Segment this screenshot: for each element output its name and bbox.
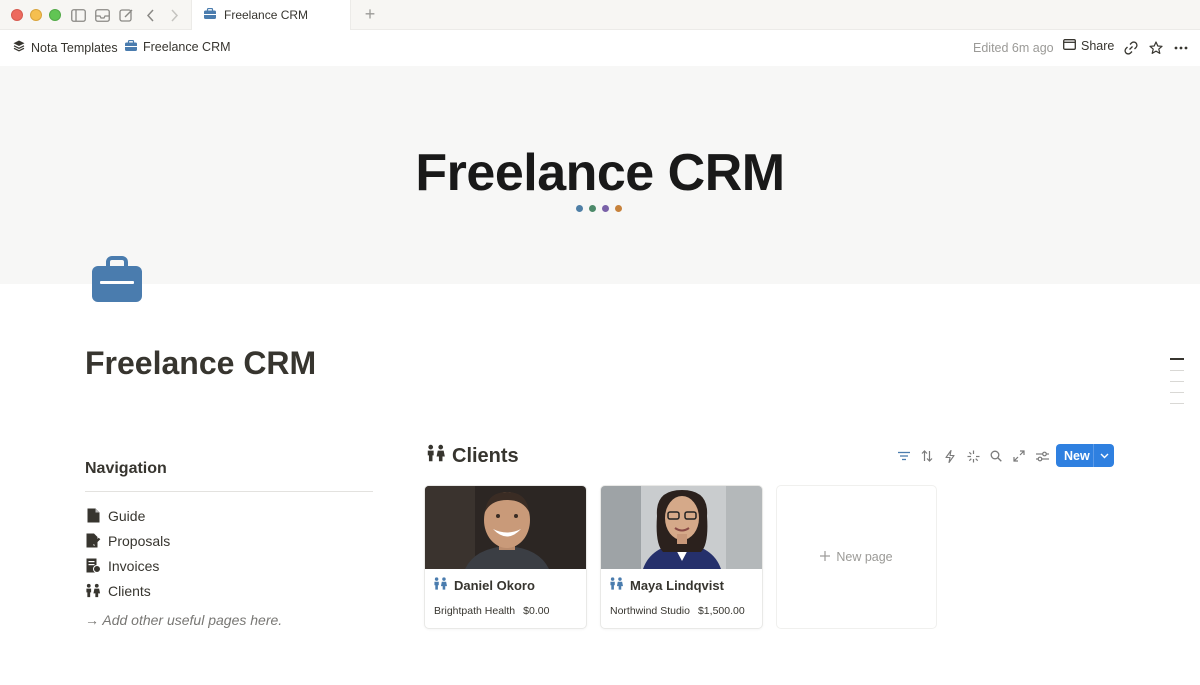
new-record-button[interactable]: New: [1056, 444, 1114, 467]
outline-line[interactable]: [1170, 392, 1184, 393]
plus-icon: [820, 550, 831, 564]
lightning-icon[interactable]: [942, 448, 958, 464]
sort-icon[interactable]: [919, 448, 935, 464]
clients-title-label: Clients: [452, 444, 519, 467]
breadcrumb-page[interactable]: Freelance CRM: [125, 39, 231, 54]
people-icon: [426, 444, 446, 468]
client-name: Daniel Okoro: [433, 577, 535, 593]
client-name: Maya Lindqvist: [609, 577, 724, 593]
breadcrumb-workspace-label: Nota Templates: [31, 40, 118, 55]
outline-line[interactable]: [1170, 358, 1184, 360]
client-name-label: Maya Lindqvist: [630, 577, 724, 593]
document-icon: [85, 508, 101, 524]
share-label: Share: [1081, 39, 1115, 53]
nav-item-label: Guide: [108, 507, 146, 524]
inbox-icon[interactable]: [94, 7, 110, 23]
nav-item-invoices[interactable]: Invoices: [85, 553, 170, 578]
layers-icon: [13, 40, 25, 55]
people-icon: [433, 577, 448, 593]
nav-item-label: Clients: [108, 582, 151, 599]
window-titlebar: Freelance CRM +: [0, 0, 1200, 30]
new-tab-button[interactable]: +: [362, 5, 378, 23]
filter-icon[interactable]: [896, 448, 912, 464]
new-button-label: New: [1064, 448, 1090, 463]
client-photo: [601, 486, 762, 569]
navigation-hint: → Add other useful pages here.: [85, 612, 283, 628]
tab-title: Freelance CRM: [224, 8, 309, 22]
database-toolbar: [896, 448, 1050, 464]
nav-item-proposals[interactable]: Proposals: [85, 528, 170, 553]
nav-item-label: Proposals: [108, 532, 171, 549]
cover-dots: [576, 205, 622, 212]
client-card[interactable]: Daniel Okoro Brightpath Health $0.00: [424, 485, 587, 629]
compose-icon[interactable]: [118, 7, 134, 23]
receipt-icon: [85, 558, 101, 574]
close-window-button[interactable]: [11, 9, 23, 21]
client-name-label: Daniel Okoro: [454, 577, 535, 593]
window-icon: [1063, 39, 1076, 53]
client-card[interactable]: Maya Lindqvist Northwind Studio $1,500.0…: [600, 485, 763, 629]
document-pen-icon: [85, 533, 101, 549]
cover-dot: [576, 205, 583, 212]
search-icon[interactable]: [988, 448, 1004, 464]
client-photo: [425, 486, 586, 569]
last-edited-text: Edited 6m ago: [973, 41, 1054, 55]
settings-sliders-icon[interactable]: [1034, 448, 1050, 464]
zoom-window-button[interactable]: [49, 9, 61, 21]
client-amount: $0.00: [523, 605, 550, 617]
star-icon[interactable]: [1148, 40, 1164, 56]
more-icon[interactable]: [1173, 40, 1189, 56]
cover-dot: [602, 205, 609, 212]
minimize-window-button[interactable]: [30, 9, 42, 21]
breadcrumb-workspace[interactable]: Nota Templates: [13, 40, 118, 55]
browser-tab[interactable]: Freelance CRM: [191, 0, 351, 30]
sparkle-icon[interactable]: [965, 448, 981, 464]
client-amount: $1,500.00: [697, 605, 745, 617]
page-title: Freelance CRM: [85, 345, 317, 381]
chevron-down-icon[interactable]: [1094, 453, 1114, 459]
navigation-list: Guide Proposals Invoices Clients: [85, 503, 170, 603]
page-outline[interactable]: [1170, 358, 1184, 414]
sidebar-toggle-icon[interactable]: [70, 7, 86, 23]
client-company: Northwind Studio: [610, 605, 690, 617]
page-topbar: Nota Templates Freelance CRM Edited 6m a…: [0, 30, 1200, 66]
page-cover: Freelance CRM: [0, 66, 1200, 284]
new-page-label: New page: [836, 550, 893, 564]
breadcrumb-page-label: Freelance CRM: [143, 40, 231, 54]
briefcase-icon: [125, 39, 137, 54]
outline-line[interactable]: [1170, 381, 1184, 382]
briefcase-icon: [204, 6, 216, 24]
divider: [85, 491, 373, 492]
cover-dot: [589, 205, 596, 212]
link-icon[interactable]: [1123, 40, 1139, 56]
cover-title: Freelance CRM: [415, 144, 785, 202]
cover-dot: [615, 205, 622, 212]
share-button[interactable]: Share: [1063, 39, 1114, 53]
outline-line[interactable]: [1170, 370, 1184, 371]
client-properties: Northwind Studio $1,500.00: [610, 605, 745, 617]
navigation-heading: Navigation: [85, 460, 167, 477]
people-icon: [609, 577, 624, 593]
nav-item-guide[interactable]: Guide: [85, 503, 170, 528]
people-icon: [85, 583, 101, 599]
back-arrow-icon[interactable]: [143, 7, 159, 23]
nav-item-label: Invoices: [108, 557, 160, 574]
client-company: Brightpath Health: [434, 605, 516, 617]
nav-item-clients[interactable]: Clients: [85, 578, 170, 603]
client-properties: Brightpath Health $0.00: [434, 605, 549, 617]
new-page-card[interactable]: New page: [776, 485, 937, 629]
expand-icon[interactable]: [1011, 448, 1027, 464]
briefcase-icon[interactable]: [92, 256, 142, 304]
clients-database-title[interactable]: Clients: [426, 444, 519, 468]
forward-arrow-icon[interactable]: [166, 7, 182, 23]
outline-line[interactable]: [1170, 403, 1184, 404]
